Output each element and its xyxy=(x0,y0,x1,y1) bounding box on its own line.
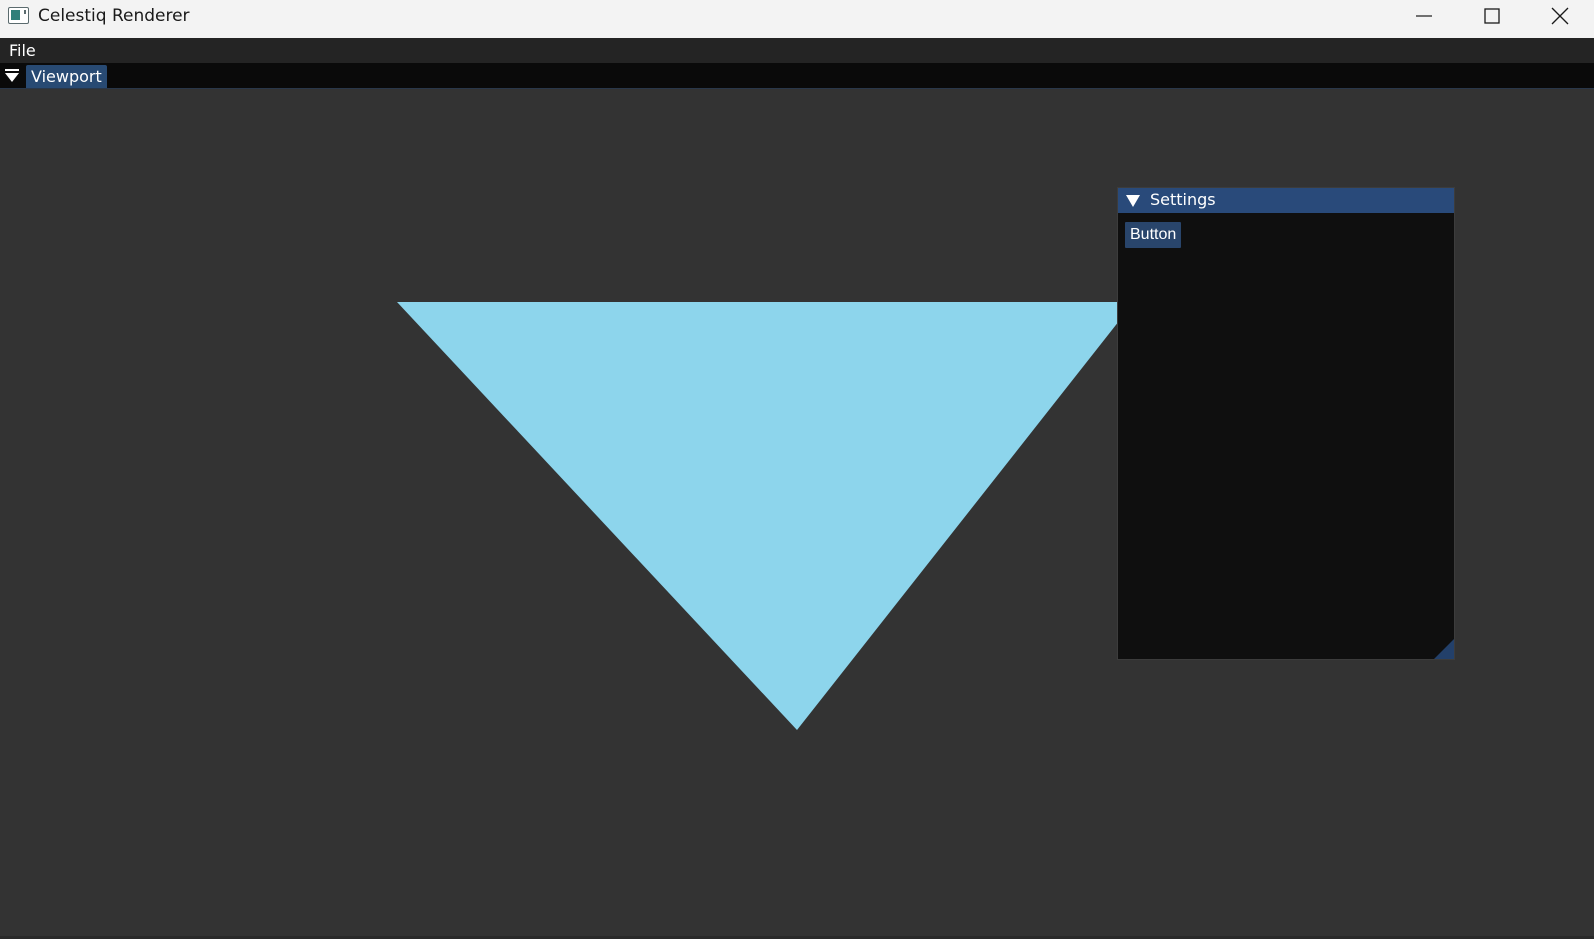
close-button[interactable] xyxy=(1526,0,1594,32)
tab-viewport[interactable]: Viewport xyxy=(26,65,107,88)
dock-menu-triangle-icon[interactable] xyxy=(5,69,19,84)
settings-action-button[interactable]: Button xyxy=(1125,222,1182,248)
title-bar[interactable]: Celestiq Renderer xyxy=(0,0,1594,38)
menu-bar: File xyxy=(0,38,1594,63)
collapse-arrow-icon[interactable] xyxy=(1126,195,1140,207)
minimize-icon xyxy=(1416,15,1432,17)
app-window-icon xyxy=(8,7,29,24)
settings-panel: Settings Button xyxy=(1117,187,1455,660)
dock-tab-bar: Viewport xyxy=(0,63,1594,89)
resize-grip-icon[interactable] xyxy=(1434,639,1454,659)
minimize-button[interactable] xyxy=(1390,0,1458,32)
rendered-triangle xyxy=(397,302,1134,730)
settings-title: Settings xyxy=(1150,190,1216,209)
application-window: Celestiq Renderer File Viewport Settings… xyxy=(0,0,1594,939)
close-icon xyxy=(1551,7,1569,25)
maximize-button[interactable] xyxy=(1458,0,1526,32)
maximize-icon xyxy=(1484,8,1500,24)
window-title: Celestiq Renderer xyxy=(38,6,190,26)
menu-item-file[interactable]: File xyxy=(9,41,36,61)
settings-header[interactable]: Settings xyxy=(1118,188,1454,213)
